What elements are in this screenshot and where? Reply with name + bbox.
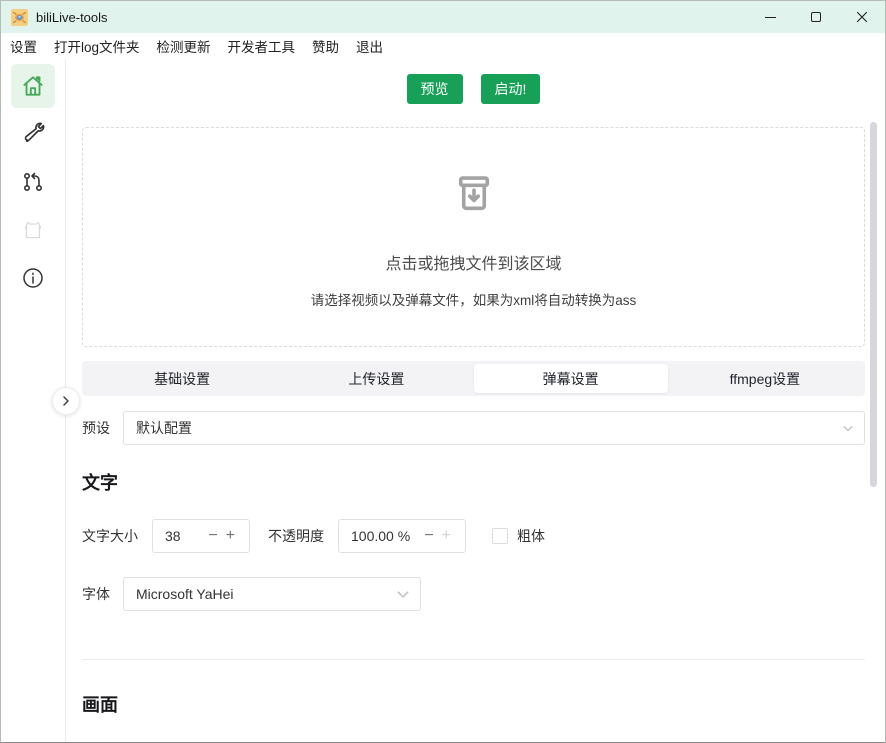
screen-section-title: 画面	[82, 691, 865, 717]
opacity-increase-button[interactable]: +	[438, 528, 455, 544]
preset-select[interactable]: 默认配置	[123, 411, 865, 445]
menu-item-devtools[interactable]: 开发者工具	[228, 36, 296, 56]
chevron-right-icon	[60, 395, 72, 407]
bold-checkbox[interactable]	[492, 528, 508, 544]
opacity-input[interactable]: 100.00 % − +	[338, 519, 466, 553]
titlebar: biliLive-tools	[1, 1, 885, 33]
maximize-icon	[811, 12, 821, 22]
sidebar-item-about[interactable]	[11, 256, 55, 300]
preview-button[interactable]: 预览	[407, 74, 463, 104]
tab-basic-settings[interactable]: 基础设置	[85, 364, 279, 393]
close-button[interactable]	[839, 1, 885, 33]
opacity-value: 100.00 %	[351, 528, 420, 544]
text-controls-row: 文字大小 38 − + 不透明度 100.00 % − + 粗体	[82, 519, 865, 553]
app-icon	[11, 9, 28, 26]
minimize-icon	[765, 17, 776, 18]
menu-item-sponsor[interactable]: 赞助	[312, 36, 339, 56]
app-window: biliLive-tools 设置 打开log文件夹 检测更新 开发者工具 赞助…	[0, 0, 886, 743]
menu-item-settings[interactable]: 设置	[10, 36, 37, 56]
actions-row: 预览 启动!	[82, 74, 865, 104]
dropzone-title: 点击或拖拽文件到该区域	[385, 250, 561, 274]
archive-download-icon	[445, 166, 503, 224]
minimize-button[interactable]	[747, 1, 793, 33]
wrench-icon	[21, 122, 46, 147]
sidebar-expand-button[interactable]	[52, 387, 80, 415]
font-size-decrease-button[interactable]: −	[204, 528, 221, 544]
menu-item-open-log-folder[interactable]: 打开log文件夹	[54, 36, 140, 56]
close-icon	[856, 11, 868, 23]
menubar: 设置 打开log文件夹 检测更新 开发者工具 赞助 退出	[1, 33, 885, 59]
content: 预览 启动! 点击或拖拽文件到该区域 请选择视频以及弹幕文件，如果为xml将自动…	[66, 59, 885, 743]
chevron-down-icon	[842, 422, 854, 434]
window-controls	[747, 1, 885, 33]
main-area: 预览 启动! 点击或拖拽文件到该区域 请选择视频以及弹幕文件，如果为xml将自动…	[1, 59, 885, 743]
preset-label: 预设	[82, 418, 110, 438]
font-size-label: 文字大小	[82, 526, 138, 546]
window-title: biliLive-tools	[36, 10, 108, 25]
font-family-label: 字体	[82, 584, 110, 604]
faded-icon	[20, 217, 46, 243]
bold-checkbox-label: 粗体	[517, 526, 545, 546]
menu-item-exit[interactable]: 退出	[356, 36, 383, 56]
text-section-title: 文字	[82, 469, 865, 495]
font-row: 字体 Microsoft YaHei	[82, 577, 865, 611]
preset-select-value: 默认配置	[136, 418, 192, 438]
sidebar-item-extra[interactable]	[11, 208, 55, 252]
tab-upload-settings[interactable]: 上传设置	[279, 364, 473, 393]
dropzone-subtitle: 请选择视频以及弹幕文件，如果为xml将自动转换为ass	[311, 289, 637, 309]
menu-item-check-update[interactable]: 检测更新	[157, 36, 211, 56]
tab-ffmpeg-settings[interactable]: ffmpeg设置	[668, 364, 862, 393]
sidebar-item-home[interactable]	[11, 64, 55, 108]
maximize-button[interactable]	[793, 1, 839, 33]
font-family-value: Microsoft YaHei	[136, 586, 234, 602]
start-button[interactable]: 启动!	[481, 74, 541, 104]
opacity-decrease-button[interactable]: −	[420, 528, 437, 544]
file-dropzone[interactable]: 点击或拖拽文件到该区域 请选择视频以及弹幕文件，如果为xml将自动转换为ass	[82, 127, 865, 347]
opacity-label: 不透明度	[268, 526, 324, 546]
font-size-increase-button[interactable]: +	[222, 528, 239, 544]
tab-danmaku-settings[interactable]: 弹幕设置	[474, 364, 668, 393]
info-icon	[21, 266, 45, 290]
section-divider	[82, 659, 865, 660]
sidebar-item-tools[interactable]	[11, 112, 55, 156]
font-size-value: 38	[165, 528, 204, 544]
settings-tabs: 基础设置 上传设置 弹幕设置 ffmpeg设置	[82, 361, 865, 396]
git-compare-icon	[21, 170, 45, 194]
font-family-select[interactable]: Microsoft YaHei	[123, 577, 421, 611]
vertical-scrollbar[interactable]	[870, 122, 877, 487]
home-icon	[20, 73, 46, 99]
chevron-down-icon	[396, 587, 410, 601]
sidebar-item-pipeline[interactable]	[11, 160, 55, 204]
preset-row: 预设 默认配置	[82, 411, 865, 445]
font-size-input[interactable]: 38 − +	[152, 519, 250, 553]
